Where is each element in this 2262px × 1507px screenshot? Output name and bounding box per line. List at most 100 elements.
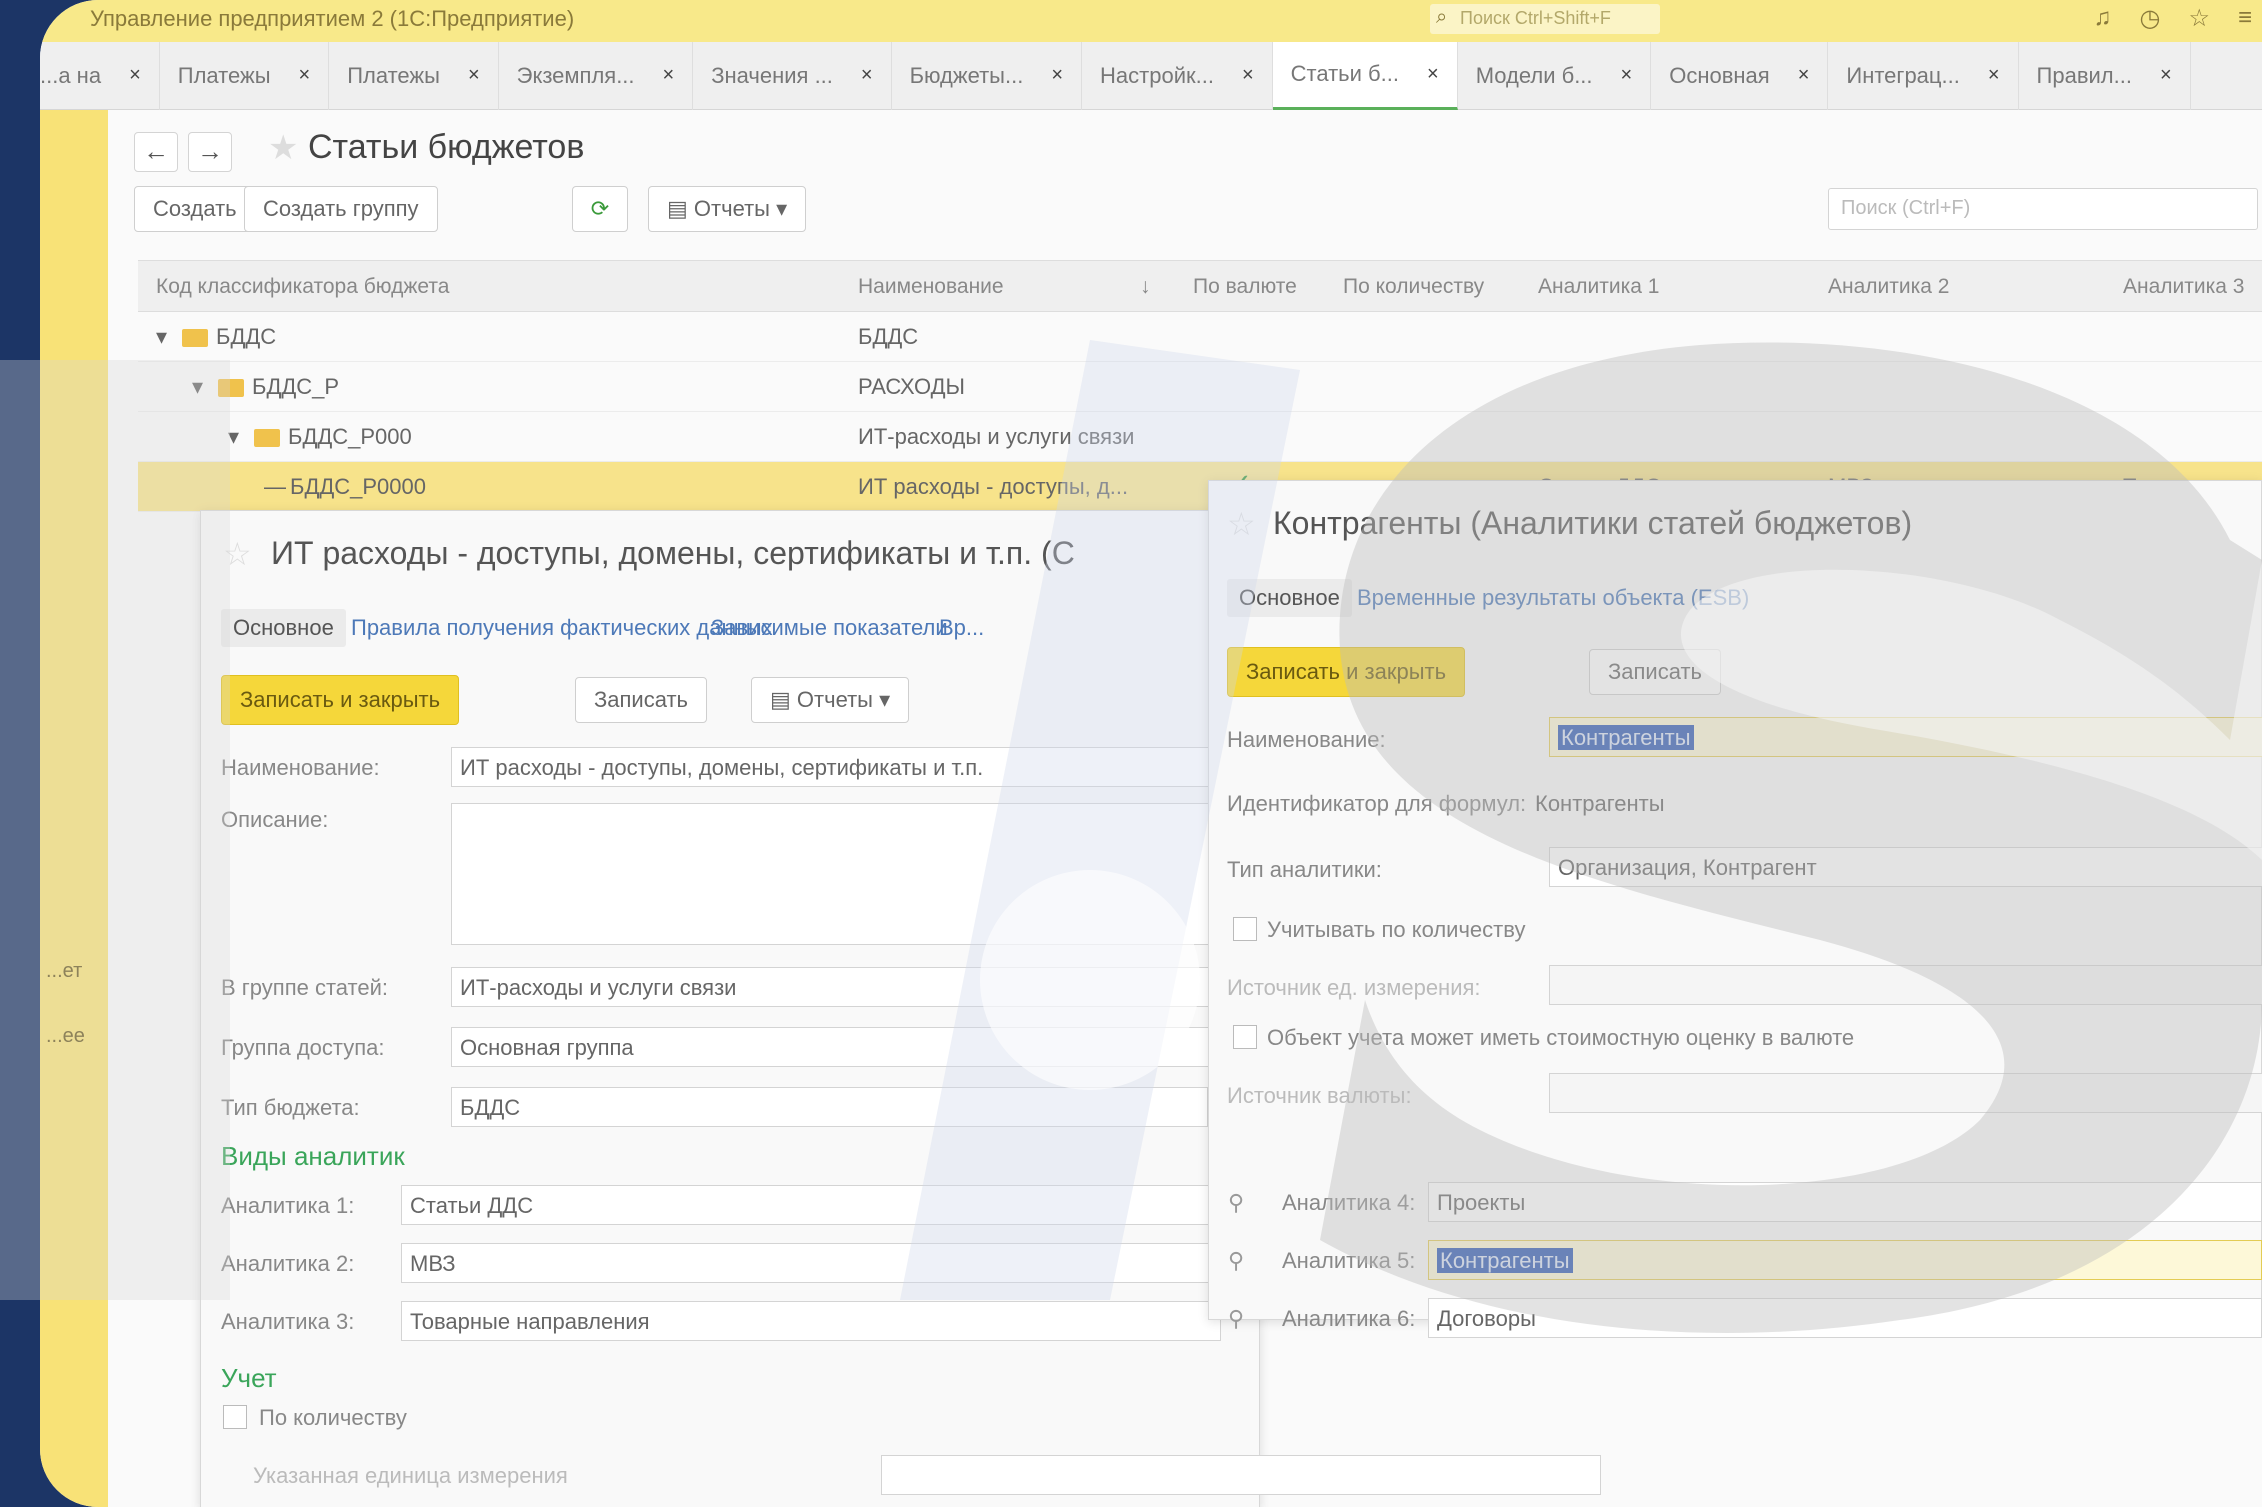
close-icon[interactable]: × bbox=[1427, 63, 1439, 86]
link-icon[interactable]: ⚲ bbox=[1228, 1306, 1244, 1332]
close-icon[interactable]: × bbox=[299, 64, 311, 87]
star-icon[interactable]: ☆ bbox=[2188, 4, 2210, 33]
close-icon[interactable]: × bbox=[663, 64, 675, 87]
col-code[interactable]: Код классификатора бюджета bbox=[156, 275, 449, 299]
tab-0[interactable]: ...а на × bbox=[40, 41, 160, 110]
tab-6[interactable]: Настройк... × bbox=[1082, 41, 1273, 110]
tab-label: Платежы bbox=[177, 62, 271, 88]
close-icon[interactable]: × bbox=[1798, 64, 1810, 87]
section-label-1[interactable]: ...ет bbox=[46, 960, 82, 983]
close-icon[interactable]: × bbox=[1051, 64, 1063, 87]
tab-4[interactable]: Значения ... × bbox=[693, 41, 892, 110]
tab-fact-rules[interactable]: Правила получения фактических данных bbox=[351, 615, 773, 641]
reports-menu-button[interactable]: ▤ Отчеты ▾ bbox=[648, 186, 807, 232]
arrow-right-icon: → bbox=[197, 136, 223, 166]
row-code: БДДС bbox=[216, 324, 277, 349]
tab-10[interactable]: Интеграц... × bbox=[1828, 41, 2019, 110]
tab-8[interactable]: Модели б... × bbox=[1458, 41, 1652, 110]
currency-source-input[interactable] bbox=[1549, 1073, 2262, 1113]
dialog-star-icon[interactable]: ☆ bbox=[1227, 505, 1256, 543]
row-code-cell: БДДС_Р bbox=[218, 374, 339, 400]
dialog-star-icon[interactable]: ☆ bbox=[223, 535, 252, 573]
section-label-2[interactable]: ...ее bbox=[46, 1025, 85, 1048]
tab-9[interactable]: Основная × bbox=[1651, 41, 1829, 110]
budget-type-select[interactable]: БДДС bbox=[451, 1087, 1211, 1127]
cp-name-input[interactable]: Контрагенты bbox=[1549, 717, 2262, 757]
list-search-input[interactable]: Поиск (Ctrl+F) bbox=[1828, 188, 2258, 230]
close-icon[interactable]: × bbox=[861, 64, 873, 87]
access-group-input[interactable]: Основная группа bbox=[451, 1027, 1251, 1067]
history-icon[interactable]: ◷ bbox=[2140, 4, 2161, 33]
col-analytics-3[interactable]: Аналитика 3 bbox=[2123, 275, 2244, 299]
favorite-star-icon[interactable]: ★ bbox=[268, 128, 298, 168]
row-name: ИТ-расходы и услуги связи bbox=[858, 424, 1135, 449]
analytics-5-input[interactable]: Контрагенты bbox=[1428, 1240, 2262, 1280]
col-quantity[interactable]: По количеству bbox=[1343, 275, 1484, 299]
col-currency[interactable]: По валюте bbox=[1193, 275, 1297, 299]
cp-name-value: Контрагенты bbox=[1558, 725, 1694, 750]
col-analytics-2[interactable]: Аналитика 2 bbox=[1828, 275, 1949, 299]
by-quantity-label: По количеству bbox=[259, 1405, 407, 1430]
save-button[interactable]: Записать bbox=[575, 677, 708, 723]
create-group-button[interactable]: Создать группу bbox=[244, 186, 438, 232]
table-row[interactable]: ▾ БДДС_Р РАСХОДЫ bbox=[138, 362, 2262, 412]
cp-save-button[interactable]: Записать bbox=[1589, 649, 1722, 695]
col-name[interactable]: Наименование bbox=[858, 275, 1004, 299]
cp-by-quantity-checkbox[interactable] bbox=[1233, 917, 1257, 941]
row-code-cell: БДДС_Р0000 bbox=[290, 474, 426, 500]
analytics-4-input[interactable]: Проекты bbox=[1428, 1182, 2262, 1222]
tab-2[interactable]: Платежы × bbox=[329, 41, 499, 110]
report-icon: ▤ bbox=[770, 687, 791, 712]
close-icon[interactable]: × bbox=[2160, 64, 2172, 87]
analytics-1-input[interactable]: Статьи ДДС bbox=[401, 1185, 1221, 1225]
bell-icon[interactable]: ♫ bbox=[2094, 4, 2112, 33]
group-input[interactable]: ИТ-расходы и услуги связи bbox=[451, 967, 1251, 1007]
tab-11[interactable]: Правил... × bbox=[2019, 41, 2191, 110]
global-search-input[interactable]: ⌕ Поиск Ctrl+Shift+F bbox=[1430, 4, 1660, 34]
cp-save-and-close-button[interactable]: Записать и закрыть bbox=[1227, 647, 1466, 697]
table-row[interactable]: ▾ БДДС БДДС bbox=[138, 312, 2262, 362]
close-icon[interactable]: × bbox=[129, 64, 141, 87]
analytics-6-input[interactable]: Договоры bbox=[1428, 1298, 2262, 1338]
table-row[interactable]: ▾ БДДС_Р000 ИТ-расходы и услуги связи bbox=[138, 412, 2262, 462]
menu-icon[interactable]: ≡ bbox=[2238, 4, 2252, 33]
unit-source-input[interactable] bbox=[1549, 965, 2262, 1005]
tab-label: Экземпля... bbox=[516, 62, 635, 88]
tab-dependent[interactable]: Зависимые показатели bbox=[711, 615, 948, 641]
analytics-2-input[interactable]: МВЗ bbox=[401, 1243, 1221, 1283]
expand-toggle-icon[interactable]: ▾ bbox=[192, 374, 203, 400]
link-icon[interactable]: ⚲ bbox=[1228, 1248, 1244, 1274]
expand-toggle-icon[interactable]: ▾ bbox=[228, 424, 239, 450]
analytics-3-input[interactable]: Товарные направления bbox=[401, 1301, 1221, 1341]
tab-3[interactable]: Экземпля... × bbox=[499, 41, 694, 110]
folder-icon bbox=[182, 329, 208, 348]
cp-tab-main[interactable]: Основное bbox=[1227, 579, 1352, 617]
link-icon[interactable]: ⚲ bbox=[1228, 1190, 1244, 1216]
save-and-close-button[interactable]: Записать и закрыть bbox=[221, 675, 460, 725]
expand-toggle-icon[interactable]: ▾ bbox=[156, 324, 167, 350]
refresh-button[interactable]: ⟳ bbox=[572, 186, 628, 232]
tab-1[interactable]: Платежы × bbox=[160, 41, 330, 110]
search-icon: ⌕ bbox=[1436, 6, 1448, 28]
cp-tab-esb[interactable]: Временные результаты объекта (ESB) bbox=[1357, 585, 1749, 611]
col-analytics-1[interactable]: Аналитика 1 bbox=[1538, 275, 1659, 299]
create-button[interactable]: Создать bbox=[134, 186, 256, 232]
close-icon[interactable]: × bbox=[1621, 64, 1633, 87]
close-icon[interactable]: × bbox=[468, 64, 480, 87]
tab-7[interactable]: Статьи б... × bbox=[1272, 41, 1458, 110]
close-icon[interactable]: × bbox=[1242, 64, 1254, 87]
analytics-type-input[interactable]: Организация, Контрагент bbox=[1549, 847, 2262, 887]
row-code: БДДС_Р000 bbox=[288, 424, 412, 449]
description-input[interactable] bbox=[451, 803, 1251, 945]
tab-main[interactable]: Основное bbox=[221, 609, 346, 647]
close-icon[interactable]: × bbox=[1988, 64, 2000, 87]
unit-input[interactable] bbox=[881, 1455, 1601, 1495]
cost-estimate-checkbox[interactable] bbox=[1233, 1025, 1257, 1049]
by-quantity-checkbox[interactable] bbox=[223, 1405, 247, 1429]
name-input[interactable]: ИТ расходы - доступы, домены, сертификат… bbox=[451, 747, 1251, 787]
item-reports-button[interactable]: ▤ Отчеты ▾ bbox=[751, 677, 910, 723]
forward-button[interactable]: → bbox=[188, 132, 232, 172]
back-button[interactable]: ← bbox=[134, 132, 178, 172]
tab-more[interactable]: Вр... bbox=[939, 615, 984, 641]
tab-5[interactable]: Бюджеты... × bbox=[892, 41, 1083, 110]
